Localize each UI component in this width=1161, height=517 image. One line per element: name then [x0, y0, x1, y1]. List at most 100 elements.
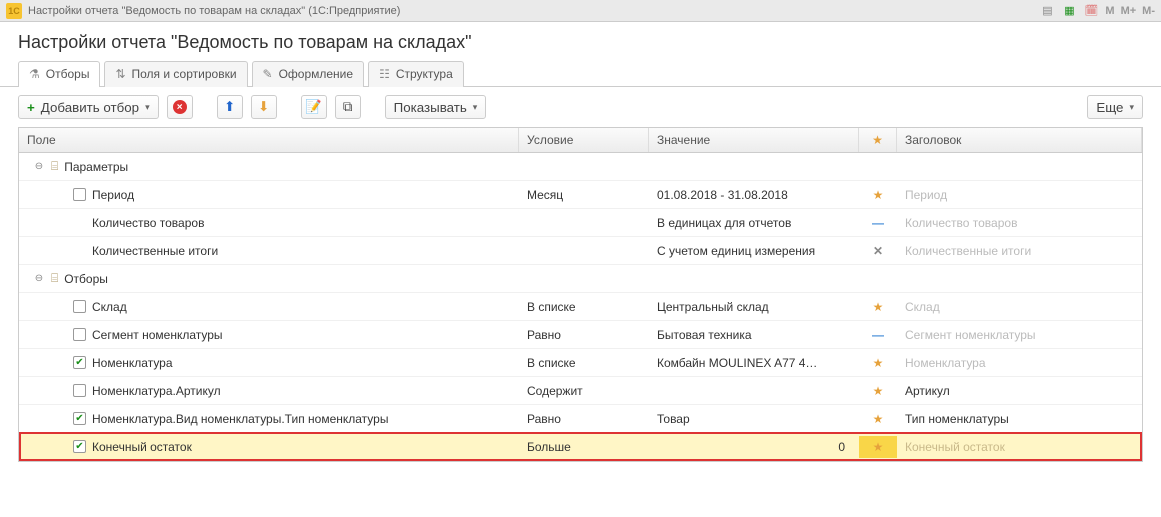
value-cell[interactable]: 01.08.2018 - 31.08.2018 [649, 184, 859, 206]
table-row[interactable]: Номенклатура В списке Комбайн MOULINEX A… [19, 349, 1142, 377]
tab-structure[interactable]: ☷ Структура [368, 61, 464, 87]
show-button[interactable]: Показывать ▾ [385, 95, 487, 119]
header-cell[interactable]: Склад [897, 296, 1142, 318]
header-cell[interactable]: Количество товаров [897, 212, 1142, 234]
condition-cell[interactable]: Больше [519, 436, 649, 458]
sort-icon: ⇅ [115, 67, 125, 81]
funnel-icon: ⚗ [29, 67, 40, 81]
condition-cell[interactable] [519, 219, 649, 227]
memory-m-plus[interactable]: M+ [1121, 5, 1137, 17]
plus-icon: + [27, 100, 35, 115]
tab-filters[interactable]: ⚗ Отборы [18, 61, 100, 87]
brush-icon: ✎ [263, 67, 273, 81]
move-up-button[interactable]: ⬆ [217, 95, 243, 119]
app-logo-icon: 1C [6, 3, 22, 19]
checkbox-checked[interactable] [73, 356, 86, 369]
window-title: Настройки отчета "Ведомость по товарам н… [28, 5, 400, 17]
condition-cell[interactable]: Содержит [519, 380, 649, 402]
table-row[interactable]: Номенклатура.Артикул Содержит ★ Артикул [19, 377, 1142, 405]
delete-button[interactable]: × [167, 95, 193, 119]
memory-m-minus[interactable]: M- [1142, 5, 1155, 17]
header-cell[interactable]: Период [897, 184, 1142, 206]
checkbox-checked[interactable] [73, 412, 86, 425]
add-filter-button[interactable]: + Добавить отбор ▾ [18, 95, 159, 119]
value-cell[interactable]: Центральный склад [649, 296, 859, 318]
condition-cell[interactable]: В списке [519, 296, 649, 318]
more-button[interactable]: Еще ▾ [1087, 95, 1143, 119]
col-value[interactable]: Значение [649, 128, 859, 152]
memory-m[interactable]: M [1105, 5, 1114, 17]
edit-button[interactable]: 📝 [301, 95, 327, 119]
tab-fields[interactable]: ⇅ Поля и сортировки [104, 61, 247, 87]
header-cell[interactable]: Артикул [897, 380, 1142, 402]
show-cell[interactable]: ★ [859, 408, 897, 430]
show-cell[interactable]: ★ [859, 352, 897, 374]
star-icon: ★ [873, 300, 884, 314]
x-icon: ✕ [873, 244, 883, 258]
show-cell[interactable]: ★ [859, 184, 897, 206]
col-field[interactable]: Поле [19, 128, 519, 152]
dash-icon: — [872, 328, 884, 342]
tree-icon: ☷ [379, 67, 390, 81]
show-cell[interactable]: ★ [859, 296, 897, 318]
value-cell[interactable]: 0 [649, 436, 859, 458]
show-cell[interactable]: ✕ [859, 240, 897, 262]
collapse-icon[interactable]: ⊖ [33, 273, 45, 284]
checkbox[interactable] [73, 188, 86, 201]
col-condition[interactable]: Условие [519, 128, 649, 152]
condition-cell[interactable]: Месяц [519, 184, 649, 206]
grid-icon[interactable]: ▦ [1061, 3, 1077, 19]
collapse-icon[interactable]: ⊖ [33, 161, 45, 172]
header-cell[interactable]: Количественные итоги [897, 240, 1142, 262]
value-cell[interactable]: С учетом единиц измерения [649, 240, 859, 262]
table-row[interactable]: Склад В списке Центральный склад ★ Склад [19, 293, 1142, 321]
titlebar-tools: ▤ ▦ 🗓 M M+ M- [1039, 3, 1155, 19]
calendar-icon[interactable]: 🗓 [1083, 3, 1099, 19]
document-icon[interactable]: ▤ [1039, 3, 1055, 19]
move-down-button[interactable]: ⬇ [251, 95, 277, 119]
condition-cell[interactable]: Равно [519, 324, 649, 346]
show-cell[interactable]: — [859, 324, 897, 346]
show-cell[interactable]: ★ [859, 436, 897, 458]
tabs: ⚗ Отборы ⇅ Поля и сортировки ✎ Оформлени… [0, 61, 1161, 87]
col-star[interactable]: ★ [859, 128, 897, 152]
value-cell[interactable]: В единицах для отчетов [649, 212, 859, 234]
condition-cell[interactable] [519, 247, 649, 255]
checkbox-checked[interactable] [73, 440, 86, 453]
group-row-filters[interactable]: ⊖ ⌸ Отборы [19, 265, 1142, 293]
toolbar: + Добавить отбор ▾ × ⬆ ⬇ 📝 ⧉ Показывать … [0, 87, 1161, 127]
table-row-selected[interactable]: Конечный остаток Больше 0 ★ Конечный ост… [19, 433, 1142, 461]
condition-cell[interactable]: Равно [519, 408, 649, 430]
table-row[interactable]: Сегмент номенклатуры Равно Бытовая техни… [19, 321, 1142, 349]
value-cell[interactable] [649, 387, 859, 395]
condition-cell[interactable]: В списке [519, 352, 649, 374]
checkbox[interactable] [73, 300, 86, 313]
value-cell[interactable]: Бытовая техника [649, 324, 859, 346]
tab-label: Структура [396, 67, 453, 81]
star-icon: ★ [873, 356, 884, 370]
show-cell[interactable]: — [859, 212, 897, 234]
tab-label: Отборы [46, 67, 90, 81]
checkbox[interactable] [73, 328, 86, 341]
header-cell[interactable]: Тип номенклатуры [897, 408, 1142, 430]
table-row[interactable]: Период Месяц 01.08.2018 - 31.08.2018 ★ П… [19, 181, 1142, 209]
header-cell[interactable]: Номенклатура [897, 352, 1142, 374]
value-cell[interactable]: Товар [649, 408, 859, 430]
table-row[interactable]: Количество товаров В единицах для отчето… [19, 209, 1142, 237]
table-row[interactable]: Номенклатура.Вид номенклатуры.Тип номенк… [19, 405, 1142, 433]
col-header[interactable]: Заголовок [897, 128, 1142, 152]
show-cell[interactable]: ★ [859, 380, 897, 402]
header-cell[interactable]: Конечный остаток [897, 436, 1142, 458]
header-cell[interactable]: Сегмент номенклатуры [897, 324, 1142, 346]
chevron-down-icon: ▾ [145, 102, 150, 113]
table-row[interactable]: Количественные итоги С учетом единиц изм… [19, 237, 1142, 265]
edit-icon: 📝 [305, 99, 322, 115]
tab-format[interactable]: ✎ Оформление [252, 61, 365, 87]
checkbox[interactable] [73, 384, 86, 397]
value-cell[interactable]: Комбайн MOULINEX A77 4… [649, 352, 859, 374]
group-row-params[interactable]: ⊖ ⌸ Параметры [19, 153, 1142, 181]
folder-icon: ⌸ [51, 159, 58, 174]
copy-icon: ⧉ [343, 99, 353, 115]
field-label: Номенклатура.Вид номенклатуры.Тип номенк… [92, 412, 388, 426]
copy-button[interactable]: ⧉ [335, 95, 361, 119]
